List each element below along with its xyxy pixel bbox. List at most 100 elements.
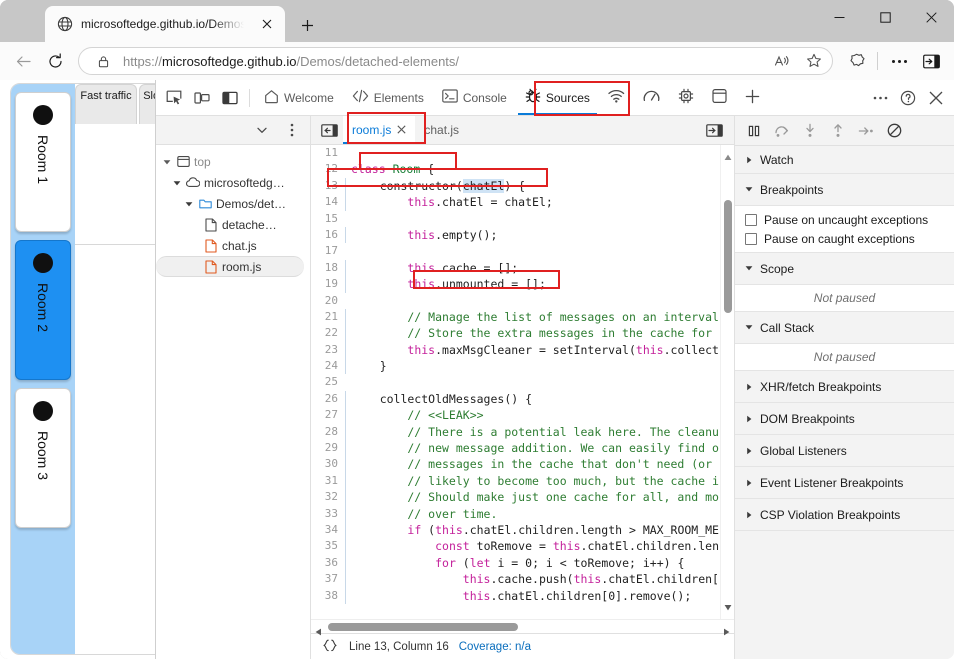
editor-tab-chat-js[interactable]: chat.js [415,116,468,144]
editor-hscroll-thumb[interactable] [328,623,518,631]
code-text: // new message addition. We can easily f… [345,440,720,456]
tab-performance[interactable] [634,81,669,115]
tab-welcome[interactable]: Welcome [255,81,343,115]
devtools-close-icon[interactable] [922,84,950,112]
room-button-1[interactable]: Room 1 [15,92,71,232]
cursor-position: Line 13, Column 16 [349,641,449,653]
popout-icon[interactable] [700,116,728,144]
scroll-right-arrow[interactable] [723,623,730,641]
tree-item-folder[interactable]: Demos/det… [156,193,310,214]
collections-icon[interactable] [841,46,871,76]
editor-tab-room-js[interactable]: room.js [343,116,415,144]
tab-console[interactable]: Console [433,81,516,115]
section-scope[interactable]: Scope [735,253,954,285]
refresh-icon[interactable] [40,46,70,76]
twisty-icon[interactable] [172,179,182,187]
code-line: 19 this.unmounted = []; [311,276,720,292]
section-watch[interactable]: Watch [735,146,954,174]
pause-caught-exceptions-row[interactable]: Pause on caught exceptions [735,229,954,248]
step-out-icon[interactable] [825,119,851,143]
line-number: 24 [311,358,345,374]
help-icon[interactable] [894,84,922,112]
tree-item-top[interactable]: top [156,151,310,172]
pretty-print-icon[interactable] [321,639,339,655]
dock-side-icon[interactable] [216,84,244,112]
device-toolbar-icon[interactable] [188,84,216,112]
twisty-icon[interactable] [184,200,194,208]
back-arrow-icon[interactable] [8,46,38,76]
line-number: 15 [311,211,345,227]
pause-caught-checkbox[interactable] [745,233,757,245]
caret-right-icon [745,156,753,164]
address-bar[interactable]: https://microsoftedge.github.io/Demos/de… [78,47,833,75]
tree-item-detached-html[interactable]: detache… [156,214,310,235]
caret-down-icon [745,265,753,272]
step-icon[interactable] [853,119,879,143]
tab-sources[interactable]: Sources [516,81,599,115]
show-navigator-icon[interactable] [315,116,343,144]
tab-application[interactable] [703,81,736,115]
code-line: 27 // <<LEAK>> [311,407,720,423]
js-file-icon [204,239,218,253]
kebab-menu-icon[interactable] [278,116,306,144]
section-label: Event Listener Breakpoints [760,476,903,490]
tab-close-icon[interactable] [257,14,277,34]
tree-item-origin[interactable]: microsoftedg… [156,172,310,193]
section-dom-breakpoints[interactable]: DOM Breakpoints [735,403,954,435]
twisty-icon[interactable] [162,158,172,166]
editor-tab-close-icon[interactable] [397,123,406,137]
devtools-tabbar-divider [249,89,250,107]
section-call-stack[interactable]: Call Stack [735,312,954,344]
tab-slow-traffic[interactable]: Slow traffic [139,84,155,124]
room-button-2[interactable]: Room 2 [15,240,71,380]
room-button-3[interactable]: Room 3 [15,388,71,528]
split-screen-icon[interactable] [916,46,946,76]
pause-uncaught-checkbox[interactable] [745,214,757,226]
devtools-ellipsis-icon[interactable] [866,84,894,112]
line-number: 25 [311,374,345,390]
code-line: 29 // new message addition. We can easil… [311,440,720,456]
code-line: 32 // Should make just one cache for all… [311,489,720,505]
pause-uncaught-exceptions-row[interactable]: Pause on uncaught exceptions [735,210,954,229]
close-button[interactable] [908,0,954,34]
coverage-link[interactable]: Coverage: n/a [459,641,531,653]
scroll-down-arrow[interactable] [724,598,732,616]
tab-fast-traffic[interactable]: Fast traffic [75,84,137,124]
section-global-listeners[interactable]: Global Listeners [735,435,954,467]
browser-tab[interactable]: microsoftedge.github.io/Demos/d [45,6,285,42]
star-icon[interactable] [802,49,826,73]
step-into-icon[interactable] [797,119,823,143]
tab-label: Elements [374,91,424,105]
line-number: 28 [311,424,345,440]
section-xhr-fetch-breakpoints[interactable]: XHR/fetch Breakpoints [735,371,954,403]
tab-memory[interactable] [669,81,703,115]
more-panels-button[interactable] [736,81,769,115]
read-aloud-icon[interactable] [770,49,794,73]
section-breakpoints[interactable]: Breakpoints [735,174,954,206]
code-text: // There is a potential leak here. The c… [345,424,720,440]
tree-item-room-js[interactable]: room.js [156,256,304,277]
tab-network[interactable] [599,81,634,115]
editor-horizontal-scrollbar[interactable] [311,619,734,633]
scroll-up-arrow[interactable] [724,148,732,166]
editor-scroll-thumb[interactable] [724,200,732,313]
chevron-down-icon[interactable] [248,116,276,144]
inspect-icon[interactable] [160,84,188,112]
pause-resume-icon[interactable] [741,119,767,143]
ellipsis-icon[interactable] [884,46,914,76]
page-viewport: Room 1 Room 2 Room 3 Fast traffic Slow t… [0,80,155,659]
new-tab-button[interactable] [293,11,321,39]
minimize-button[interactable] [816,0,862,34]
tab-elements[interactable]: Elements [343,81,433,115]
code-line: 28 // There is a potential leak here. Th… [311,424,720,440]
deactivate-breakpoints-icon[interactable] [881,119,907,143]
scroll-left-arrow[interactable] [315,623,322,641]
editor-vertical-scrollbar[interactable] [720,145,734,619]
code-editor[interactable]: 1112class Room {13 constructor(chatEl) {… [311,145,734,619]
tree-item-chat-js[interactable]: chat.js [156,235,310,256]
section-event-listener-breakpoints[interactable]: Event Listener Breakpoints [735,467,954,499]
browser-tab-title: microsoftedge.github.io/Demos/d [81,17,249,31]
maximize-button[interactable] [862,0,908,34]
step-over-icon[interactable] [769,119,795,143]
section-csp-violation-breakpoints[interactable]: CSP Violation Breakpoints [735,499,954,531]
